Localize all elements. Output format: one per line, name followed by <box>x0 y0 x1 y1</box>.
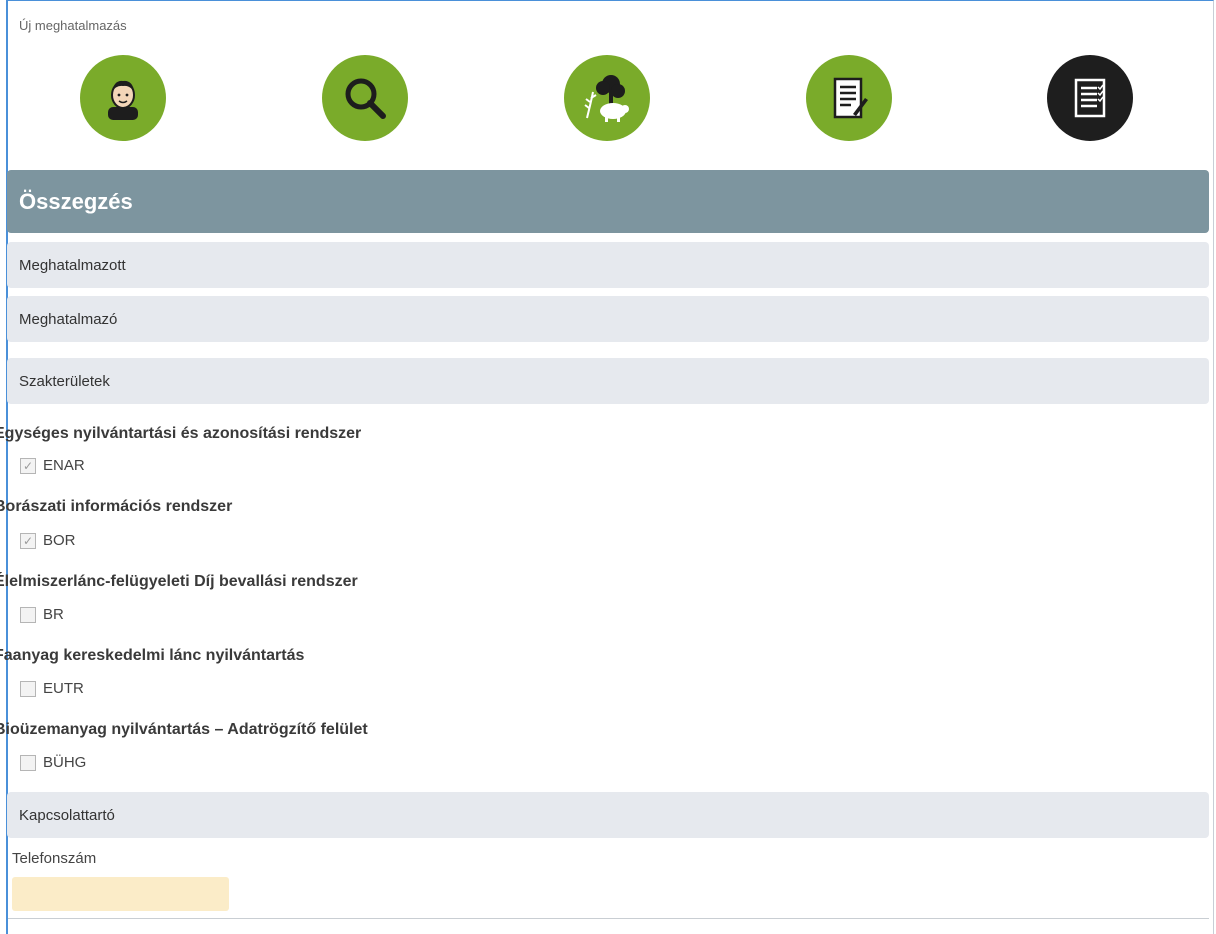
search-icon <box>345 78 386 119</box>
step-domains[interactable] <box>564 55 650 141</box>
br-checkbox[interactable] <box>20 606 36 623</box>
buhg-checkbox[interactable] <box>20 754 36 771</box>
phone-input[interactable] <box>12 877 229 911</box>
phone-label: Telefonszám <box>12 850 97 867</box>
checkbox-row-enar[interactable]: ✓ ENAR <box>20 457 85 474</box>
document-edit-icon <box>833 77 868 119</box>
checkbox-row-bor[interactable]: ✓ BOR <box>20 532 76 549</box>
section-contact[interactable]: Kapcsolattartó <box>7 792 1209 838</box>
step-details[interactable] <box>806 55 892 141</box>
farm-icon <box>584 75 629 122</box>
person-icon <box>108 80 138 120</box>
bor-checkbox[interactable]: ✓ <box>20 532 36 549</box>
step-summary[interactable] <box>1047 55 1133 141</box>
eutr-checkbox[interactable] <box>20 680 36 697</box>
eutr-label: EUTR <box>43 680 84 697</box>
step-authorized-person[interactable] <box>80 55 166 141</box>
page-title: Új meghatalmazás <box>19 18 127 33</box>
br-label: BR <box>43 606 64 623</box>
system-title-bor: Borászati információs rendszer <box>0 498 233 515</box>
summary-header: Összegzés <box>7 170 1209 233</box>
system-title-eutr: Faanyag kereskedelmi lánc nyilvántartás <box>0 647 305 664</box>
section-authorized[interactable]: Meghatalmazott <box>7 242 1209 288</box>
checklist-icon <box>1074 78 1106 118</box>
step-search[interactable] <box>322 55 408 141</box>
enar-label: ENAR <box>43 457 85 474</box>
wizard-steps <box>0 55 1216 145</box>
checkbox-row-br[interactable]: BR <box>20 606 64 623</box>
bottom-divider <box>8 918 1209 919</box>
section-domains[interactable]: Szakterületek <box>7 358 1209 404</box>
bor-label: BOR <box>43 532 76 549</box>
buhg-label: BÜHG <box>43 754 87 771</box>
system-title-enar: Egységes nyilvántartási és azonosítási r… <box>0 425 362 442</box>
enar-checkbox[interactable]: ✓ <box>20 457 36 474</box>
system-title-buhg: Bioüzemanyag nyilvántartás – Adatrögzítő… <box>0 721 368 738</box>
checkbox-row-eutr[interactable]: EUTR <box>20 680 84 697</box>
section-authorizer[interactable]: Meghatalmazó <box>7 296 1209 342</box>
checkbox-row-buhg[interactable]: BÜHG <box>20 754 86 771</box>
system-title-br: Élelmiszerlánc-felügyeleti Díj bevallási… <box>0 573 358 590</box>
